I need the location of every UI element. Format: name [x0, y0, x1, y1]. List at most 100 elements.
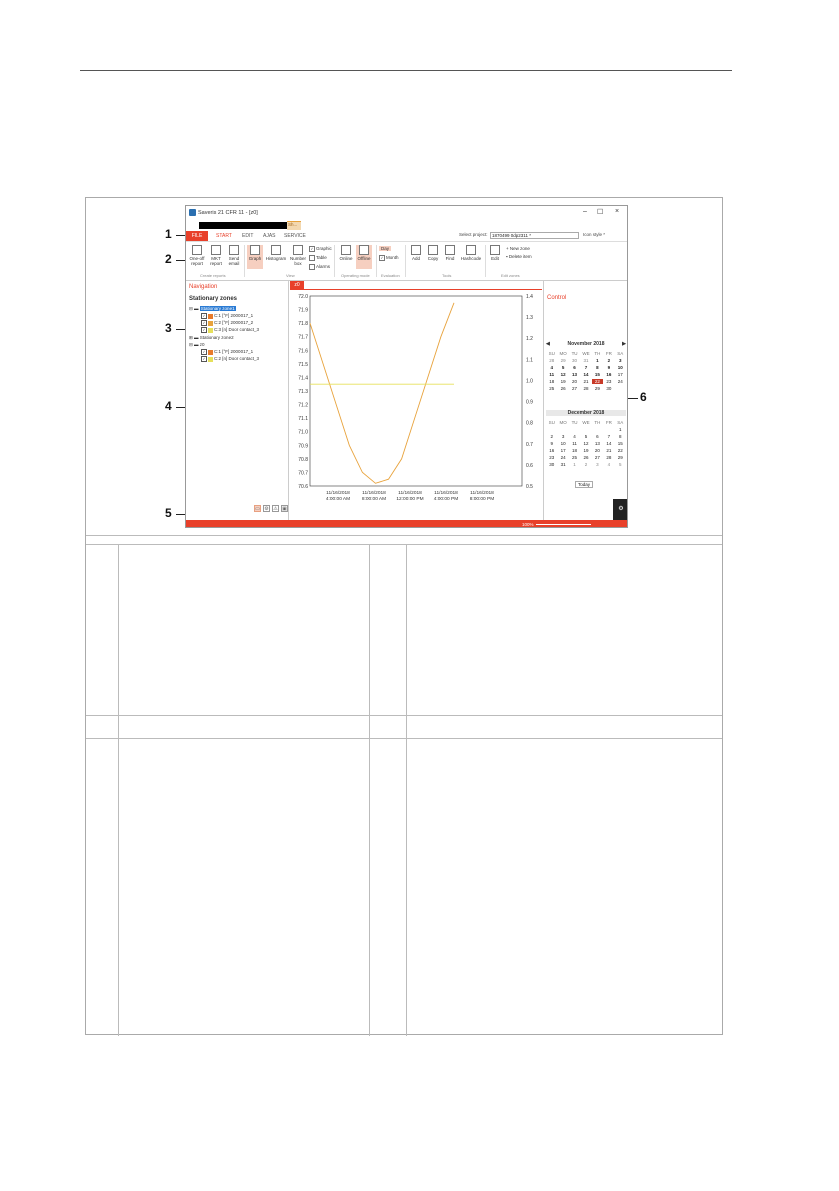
histogram-button[interactable]: Histogram [265, 245, 287, 261]
calendar-day[interactable]: 4 [569, 434, 580, 439]
calendar-day[interactable]: 14 [603, 441, 614, 446]
send-email-button[interactable]: Send email [227, 245, 241, 266]
graph-button[interactable]: Graph [247, 245, 263, 269]
maximize-button[interactable]: ☐ [597, 208, 603, 216]
calendar-day[interactable]: 5 [615, 462, 626, 467]
calendar-day[interactable]: 24 [557, 455, 568, 460]
tree-channel[interactable]: ✓ C:1 [°F] 2000017_1 [201, 313, 253, 319]
calendar-day[interactable]: 16 [603, 372, 614, 377]
calendar-day[interactable]: 27 [569, 386, 580, 391]
tree-zone1[interactable]: ⊟ ▬ Stationary zone1 [189, 306, 236, 312]
day-option[interactable]: Day [379, 246, 392, 251]
calendar-day[interactable]: 31 [557, 462, 568, 467]
shortcut-tab[interactable]: Sh... [287, 221, 301, 230]
tree-zone2[interactable]: ⊞ ▬ Stationary zone2 [189, 335, 234, 341]
close-button[interactable]: × [615, 208, 619, 215]
number-box-button[interactable]: Number box [289, 245, 307, 266]
menu-file[interactable]: FILE [186, 231, 208, 241]
calendar-day[interactable]: 15 [615, 441, 626, 446]
calendar-day[interactable]: 30 [569, 358, 580, 363]
calendar-day[interactable]: 9 [603, 365, 614, 370]
calendar-day[interactable]: 21 [580, 379, 591, 384]
calendar-day[interactable]: 23 [546, 455, 557, 460]
calendar-day[interactable]: 7 [580, 365, 591, 370]
calendar-day[interactable]: 22 [615, 448, 626, 453]
calendar-day[interactable]: 1 [592, 358, 603, 363]
calendar-day[interactable]: 9 [546, 441, 557, 446]
calendar-day[interactable]: 1 [615, 427, 626, 432]
calendar-day[interactable]: 22 [591, 379, 604, 384]
calendar-day[interactable]: 29 [557, 358, 568, 363]
calendar-day[interactable]: 24 [615, 379, 626, 384]
calendar-day[interactable]: 18 [546, 379, 557, 384]
nav-users-button[interactable]: ⚠ [272, 505, 279, 512]
nav-zones-button[interactable]: ▭ [254, 505, 261, 512]
menu-edit[interactable]: EDIT [242, 233, 253, 239]
mkt-report-button[interactable]: MKT report [208, 245, 224, 266]
calendar-day[interactable]: 6 [569, 365, 580, 370]
month-option[interactable]: ✓ Month [379, 255, 399, 261]
calendar-day[interactable]: 21 [603, 448, 614, 453]
calendar-day[interactable]: 31 [580, 358, 591, 363]
zoom-slider[interactable] [536, 524, 591, 525]
calendar-day[interactable]: 28 [546, 358, 557, 363]
calendar-day[interactable]: 3 [592, 462, 603, 467]
calendar-day[interactable]: 30 [546, 462, 557, 467]
calendar-day[interactable]: 19 [580, 448, 591, 453]
nav-devices-button[interactable]: ⚙ [263, 505, 270, 512]
calendar-day[interactable]: 19 [557, 379, 568, 384]
calendar-day[interactable]: 8 [592, 365, 603, 370]
calendar-day[interactable]: 4 [603, 462, 614, 467]
edit-button[interactable]: Edit [488, 245, 502, 261]
copy-button[interactable]: Copy [426, 245, 440, 261]
calendar-day[interactable]: 20 [592, 448, 603, 453]
minimize-button[interactable]: – [583, 208, 587, 215]
calendar-day[interactable]: 28 [603, 455, 614, 460]
calendar-day[interactable]: 11 [546, 372, 557, 377]
calendar-day[interactable]: 26 [580, 455, 591, 460]
calendar-day[interactable]: 29 [615, 455, 626, 460]
calendar-day[interactable]: 11 [569, 441, 580, 446]
today-button[interactable]: Today [575, 481, 593, 488]
add-button[interactable]: Add [409, 245, 423, 261]
tree-channel[interactable]: ✓ C:2 [°F] 2000017_2 [201, 320, 253, 326]
calendar-day[interactable]: 30 [603, 386, 614, 391]
calendar-day[interactable]: 3 [557, 434, 568, 439]
calendar-day[interactable]: 16 [546, 448, 557, 453]
oneoff-report-button[interactable]: One-off report [189, 245, 205, 266]
tree-channel[interactable]: ✓ C:2 [n] Door contact_3 [201, 356, 259, 362]
icon-style-menu[interactable]: Icon style * [583, 232, 605, 237]
settings-block[interactable]: ⚙ [613, 499, 627, 520]
calendar-day[interactable]: 14 [580, 372, 591, 377]
table-checkbox[interactable]: Table [309, 255, 327, 261]
calendar-day[interactable]: 1 [569, 462, 580, 467]
calendar-day[interactable]: 13 [569, 372, 580, 377]
tree-zone-z0[interactable]: ⊟ ▬ z0 [189, 342, 205, 348]
new-zone-button[interactable]: + New zone [506, 246, 530, 251]
next-month-button[interactable]: ▶ [622, 341, 626, 347]
hashcode-button[interactable]: Hashcode [460, 245, 482, 261]
doc-tab-z0[interactable]: z0 [290, 281, 304, 289]
calendar-day[interactable]: 26 [557, 386, 568, 391]
menu-service[interactable]: SERVICE [284, 233, 306, 239]
calendar-day[interactable]: 2 [546, 434, 557, 439]
calendar-day[interactable]: 3 [615, 358, 626, 363]
calendar-day[interactable]: 28 [580, 386, 591, 391]
calendar-day[interactable]: 18 [569, 448, 580, 453]
calendar-day[interactable]: 5 [557, 365, 568, 370]
calendar-day[interactable]: 7 [603, 434, 614, 439]
prev-month-button[interactable]: ◀ [546, 341, 550, 347]
calendar-day[interactable]: 12 [557, 372, 568, 377]
calendar-day[interactable]: 27 [592, 455, 603, 460]
calendar-day[interactable]: 20 [569, 379, 580, 384]
calendar-day[interactable]: 15 [592, 372, 603, 377]
project-select[interactable]: 1870499 0dp2311 * [490, 232, 579, 239]
calendar-day[interactable]: 6 [592, 434, 603, 439]
tree-channel[interactable]: ✓ C:1 [°F] 2000017_1 [201, 349, 253, 355]
calendar-day[interactable]: 25 [546, 386, 557, 391]
find-button[interactable]: Find [443, 245, 457, 261]
calendar-day[interactable]: 29 [592, 386, 603, 391]
online-button[interactable]: Online [338, 245, 354, 261]
calendar-day[interactable]: 2 [603, 358, 614, 363]
calendar-day[interactable]: 17 [557, 448, 568, 453]
